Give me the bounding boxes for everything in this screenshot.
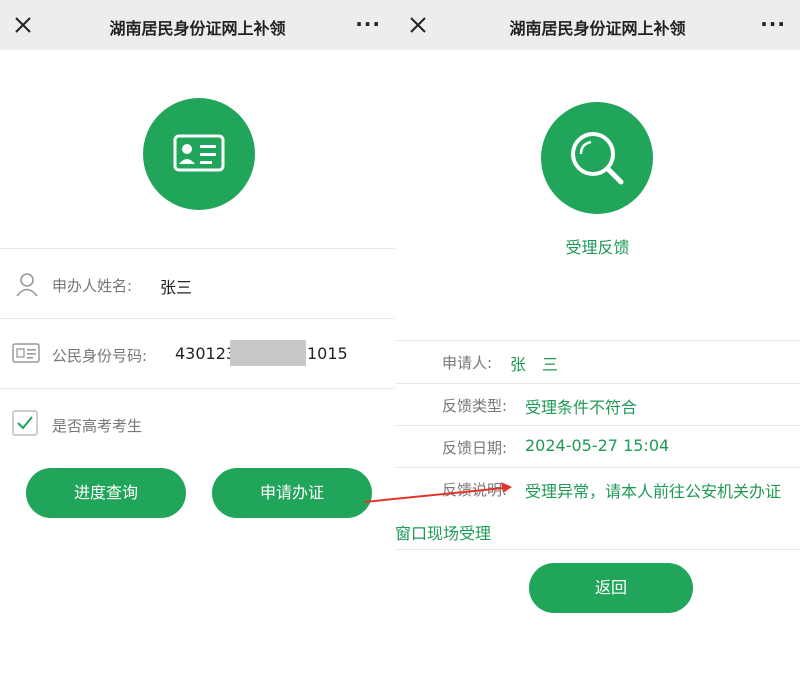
divider: [395, 425, 800, 426]
back-button[interactable]: 返回: [529, 563, 693, 613]
id-label: 公民身份号码:: [52, 347, 148, 365]
title-bar: 湖南居民身份证网上补领 ···: [395, 0, 800, 50]
name-value[interactable]: 张三: [160, 274, 192, 298]
feedback-type-value: 受理条件不符合: [525, 398, 638, 417]
id-prefix[interactable]: 430123: [175, 344, 236, 363]
divider: [0, 388, 395, 389]
divider: [395, 549, 800, 550]
feedback-type-label: 反馈类型:: [442, 397, 508, 415]
user-icon: [16, 273, 38, 297]
id-mask: [230, 340, 306, 366]
apply-button[interactable]: 申请办证: [212, 468, 372, 518]
feedback-desc-line1: 受理异常，请本人前往公安机关办证: [525, 482, 782, 501]
more-icon[interactable]: ···: [355, 12, 381, 36]
feedback-screen: 湖南居民身份证网上补领 ··· 受理反馈 申请人: 张 三 反馈类型: 受理条件…: [395, 0, 800, 698]
more-icon[interactable]: ···: [760, 12, 786, 36]
feedback-desc-line2: 窗口现场受理: [395, 524, 492, 543]
feedback-date-label: 反馈日期:: [442, 439, 508, 457]
id-card-icon: [143, 98, 255, 210]
id-suffix[interactable]: 1015: [307, 344, 348, 363]
divider: [395, 383, 800, 384]
feedback-title: 受理反馈: [565, 238, 630, 257]
search-icon: [541, 102, 653, 214]
divider: [0, 248, 395, 249]
page-title: 湖南居民身份证网上补领: [109, 19, 286, 38]
applicant-label: 申请人:: [442, 354, 493, 372]
apply-screen: 湖南居民身份证网上补领 ··· 申办人姓名: 张三 公民身份号码: 430123…: [0, 0, 395, 698]
checkbox-icon[interactable]: [12, 410, 38, 436]
title-bar: 湖南居民身份证网上补领 ···: [0, 0, 395, 50]
annotation-arrow: [363, 482, 512, 503]
divider: [0, 318, 395, 319]
progress-query-button[interactable]: 进度查询: [26, 468, 186, 518]
feedback-date-value: 2024-05-27 15:04: [525, 436, 670, 455]
id-icon: [12, 343, 40, 363]
divider: [395, 467, 800, 468]
name-label: 申办人姓名:: [52, 277, 133, 295]
applicant-value: 张 三: [510, 355, 559, 374]
divider: [395, 340, 800, 341]
page-title: 湖南居民身份证网上补领: [509, 19, 686, 38]
gaokao-label: 是否高考考生: [52, 417, 143, 435]
